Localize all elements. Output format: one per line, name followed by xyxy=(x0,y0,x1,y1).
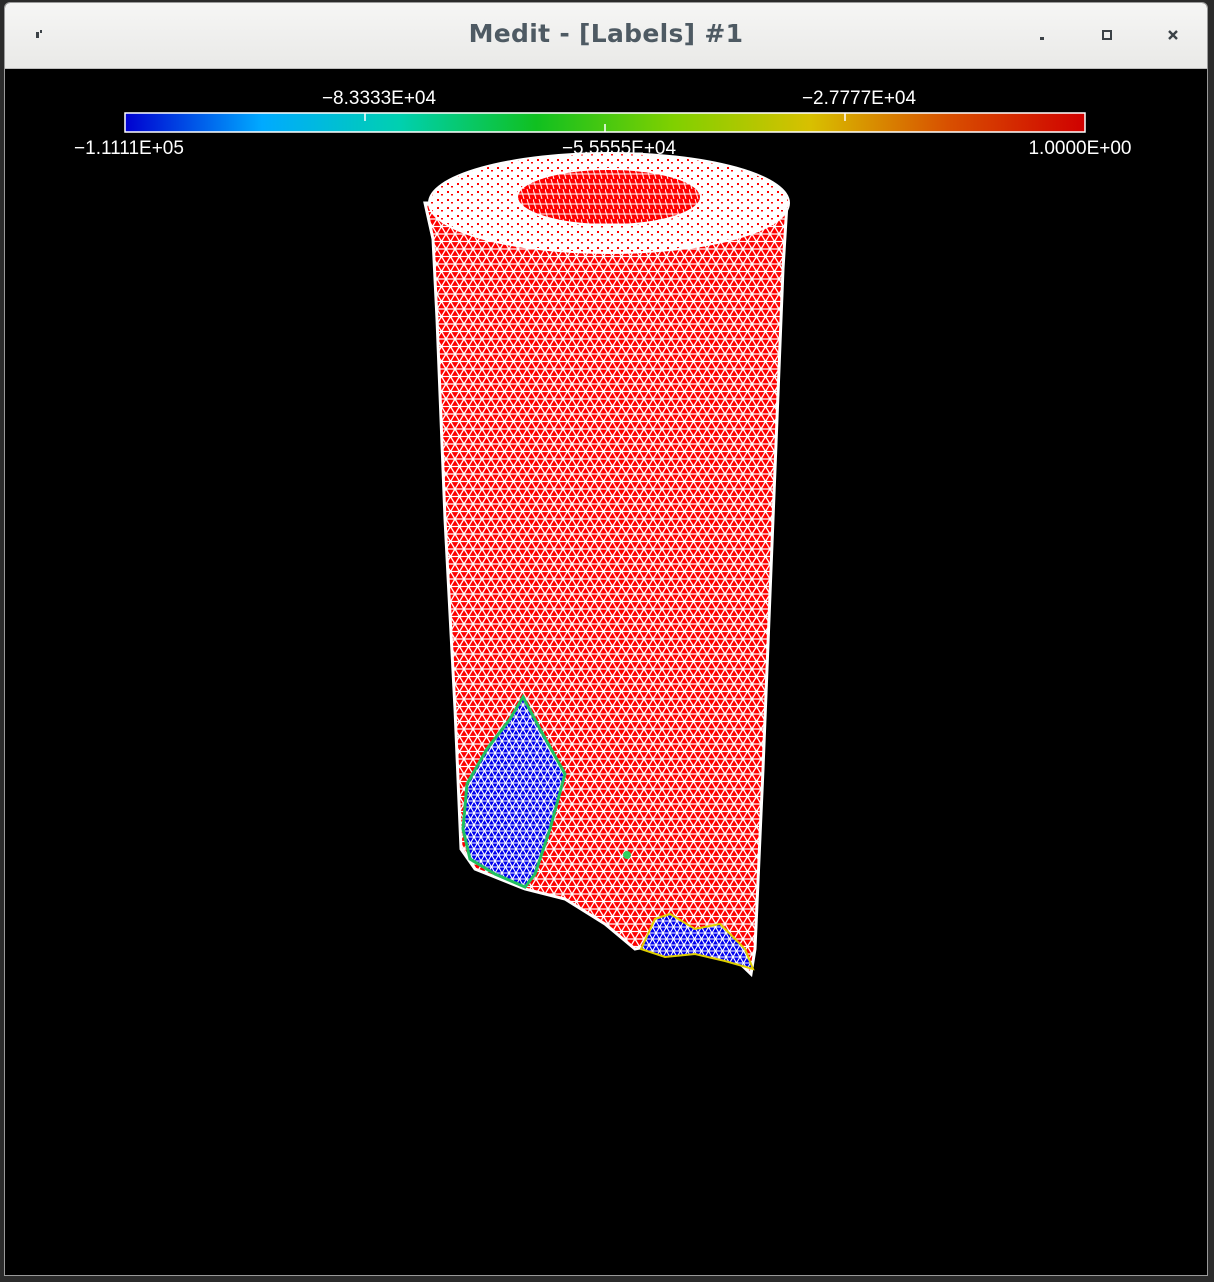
window-title: Medit - [Labels] #1 xyxy=(468,19,744,48)
maximize-icon[interactable] xyxy=(1095,23,1119,47)
titlebar[interactable]: Medit - [Labels] #1 xyxy=(5,3,1207,69)
colorbar-label-top-1: −8.3333E+04 xyxy=(322,88,437,109)
render-viewport[interactable]: −8.3333E+04 −2.7777E+04 −1.1111E+05 −5.5… xyxy=(5,69,1207,1275)
colorbar: −8.3333E+04 −2.7777E+04 −1.1111E+05 −5.5… xyxy=(74,88,1131,159)
render-canvas[interactable]: −8.3333E+04 −2.7777E+04 −1.1111E+05 −5.5… xyxy=(5,69,1207,1275)
colorbar-label-max: 1.0000E+00 xyxy=(1028,138,1131,159)
mesh-cylinder[interactable] xyxy=(423,152,790,978)
close-icon[interactable] xyxy=(1161,23,1185,47)
mesh-inner-hole xyxy=(516,168,702,226)
mesh-transition-spot xyxy=(623,851,631,859)
colorbar-label-min: −1.1111E+05 xyxy=(74,138,184,159)
medit-window: Medit - [Labels] #1 −8.3333E+04 −2.7777E… xyxy=(4,2,1208,1276)
colorbar-label-top-2: −2.7777E+04 xyxy=(802,88,917,109)
minimize-icon[interactable] xyxy=(1030,23,1054,47)
